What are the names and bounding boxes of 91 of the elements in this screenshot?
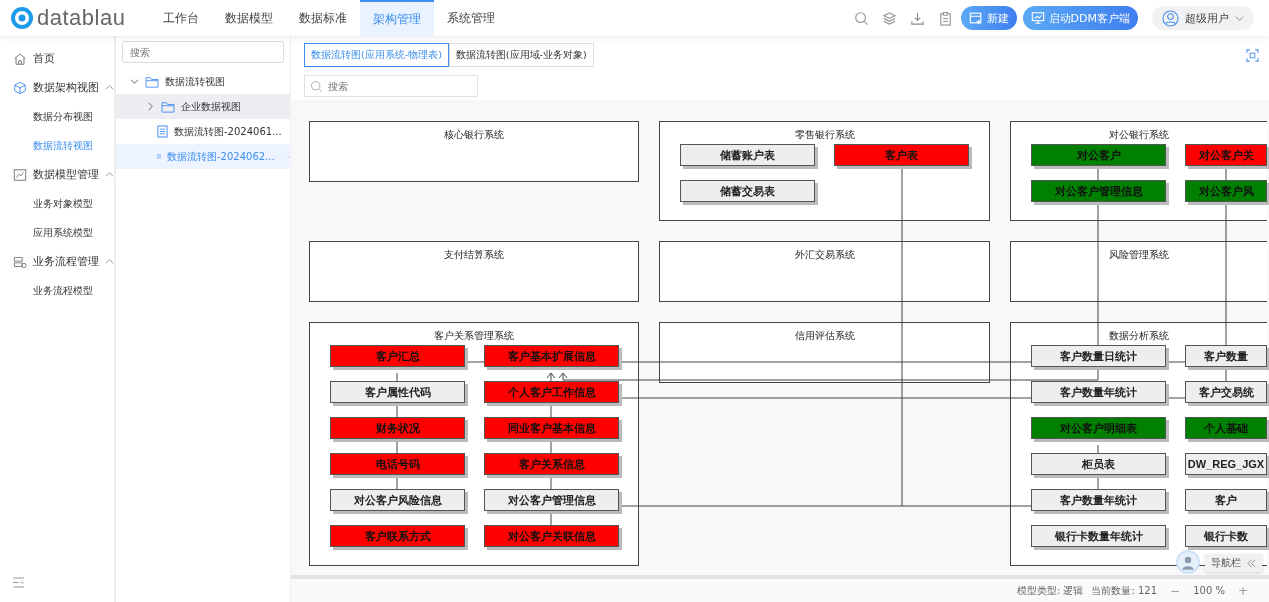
double-chevron-left-icon [1247,558,1256,568]
tree-search-field[interactable]: 搜索 [122,41,284,63]
table-node[interactable]: 同业客户基本信息 [484,417,619,439]
table-node[interactable]: 客户数量 [1185,345,1267,367]
sidebar-item[interactable]: 数据分布视图 [0,102,114,131]
download-icon[interactable] [909,10,925,26]
chevron-icon [130,77,139,86]
table-node[interactable]: 对公客户风险信息 [330,489,465,511]
table-node[interactable]: 客户汇总 [330,345,465,367]
table-node[interactable]: 对公客户关联信息 [484,525,619,547]
system-title: 支付结算系统 [443,249,505,261]
chevron-icon [146,102,155,111]
table-node[interactable]: 客户数量年统计 [1031,489,1166,511]
table-node[interactable]: 客户属性代码 [330,381,465,403]
sidebar-item[interactable]: 应用系统模型 [0,218,114,247]
chart-window-icon [13,167,27,182]
system-title: 信用评估系统 [793,330,856,342]
table-node[interactable]: 对公客户管理信息 [1031,180,1166,202]
view-tab[interactable]: 数据流转图(应用系统-物理表) [304,43,449,67]
home-icon [13,51,27,66]
system-title: 核心银行系统 [443,129,505,141]
tree-file[interactable]: 数据流转图-2024061... [116,119,290,144]
chevron-icon [105,257,114,266]
table-node[interactable]: 个人客户工作信息 [484,381,619,403]
sidebar-group[interactable]: 数据模型管理 [0,160,114,189]
table-node[interactable]: 储蓄账户表 [680,144,815,166]
table-node[interactable]: DW_REG_JGX [1185,453,1267,475]
table-node[interactable]: 个人基础 [1185,417,1267,439]
table-node[interactable]: 客户数量年统计 [1031,381,1166,403]
sidebar-item[interactable]: 数据流转视图 [0,131,114,160]
logo-icon [11,7,33,29]
folder-icon [145,75,159,88]
system-title: 零售银行系统 [793,129,856,141]
chevron-icon [105,83,114,92]
navigator-button[interactable]: 导航栏 [1205,554,1262,572]
table-node[interactable]: 对公客户管理信息 [484,489,619,511]
top-nav-tab[interactable]: 工作台 [150,0,212,36]
view-tab[interactable]: 数据流转图(应用域-业务对象) [448,43,594,67]
table-node[interactable]: 对公客户关 [1185,144,1267,166]
sidebar-group[interactable]: 数据架构视图 [0,73,114,102]
workflow-icon [13,254,27,269]
collapse-menu-icon[interactable] [12,577,25,588]
system-title: 外汇交易系统 [793,249,856,261]
table-node[interactable]: 财务状况 [330,417,465,439]
model-type-label: 模型类型: 逻辑 [1016,583,1084,598]
chevron-icon [105,170,114,179]
table-node[interactable]: 客户联系方式 [330,525,465,547]
table-node[interactable]: 对公客户明细表 [1031,417,1166,439]
table-node[interactable]: 客户 [1185,489,1267,511]
top-nav-tab[interactable]: 系统管理 [434,0,508,36]
system-title: 客户关系管理系统 [433,330,515,342]
chevron-down-icon [1235,13,1244,23]
new-icon [968,11,983,25]
sidebar-item[interactable]: 业务对象模型 [0,189,114,218]
item-count-label: 当前数量: 121 [1091,583,1158,598]
table-node[interactable]: 客户关系信息 [484,453,619,475]
system-title: 风险管理系统 [1108,249,1170,261]
cube-icon [13,80,27,95]
assistant-avatar-icon[interactable] [1176,550,1200,574]
diagram-search-field[interactable]: 搜索 [304,75,478,97]
table-node[interactable]: 客户表 [834,144,969,166]
top-nav-tab[interactable]: 数据模型 [212,0,286,36]
tree-folder[interactable]: 数据流转视图 [116,69,290,94]
tree-folder[interactable]: 企业数据视图 [116,94,290,119]
sidebar-item[interactable]: 首页 [0,44,114,73]
table-node[interactable]: 电话号码 [330,453,465,475]
table-node[interactable]: 客户基本扩展信息 [484,345,619,367]
monitor-icon [1030,11,1045,25]
table-node[interactable]: 柜员表 [1031,453,1166,475]
table-node[interactable]: 对公客户 [1031,144,1166,166]
fullscreen-icon[interactable] [1246,48,1259,62]
folder-icon [161,100,175,113]
system-title: 对公银行系统 [1108,129,1170,141]
user-menu-button[interactable]: 超级用户 [1152,6,1254,30]
layers-icon[interactable] [881,10,897,26]
search-icon [310,80,323,93]
table-node[interactable]: 银行卡数量年统计 [1031,525,1166,547]
user-avatar-icon [1162,9,1179,27]
sidebar-item[interactable]: 业务流程模型 [0,276,114,305]
top-nav-tab[interactable]: 数据标准 [286,0,360,36]
clipboard-icon[interactable] [937,10,953,26]
table-node[interactable]: 客户数量日统计 [1031,345,1166,367]
zoom-level-label: 100 % [1193,585,1225,596]
sidebar-group[interactable]: 业务流程管理 [0,247,114,276]
table-node[interactable]: 客户交易统 [1185,381,1267,403]
table-node[interactable]: 银行卡数 [1185,525,1267,547]
brand-name: datablau [37,5,126,31]
search-icon[interactable] [853,10,869,26]
table-node[interactable]: 对公客户风 [1185,180,1267,202]
table-node[interactable]: 储蓄交易表 [680,180,815,202]
system-title: 数据分析系统 [1108,330,1170,342]
